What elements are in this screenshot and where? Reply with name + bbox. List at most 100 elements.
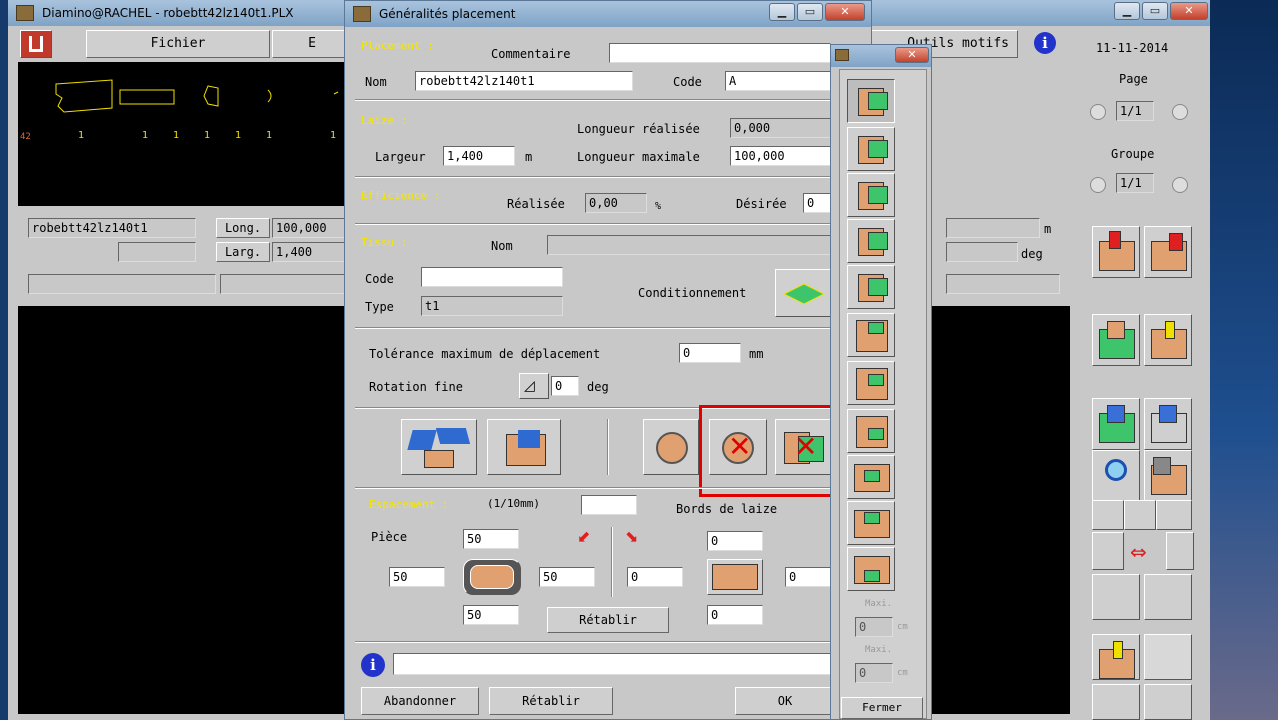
flip-tool[interactable] xyxy=(1144,398,1192,450)
bord-right-input[interactable]: 0 xyxy=(785,567,831,587)
tolerance-input[interactable]: 0 xyxy=(679,343,741,363)
dialog-maximize-button[interactable]: ▭ xyxy=(797,3,823,21)
tool-center[interactable] xyxy=(847,455,895,499)
app-logo-button[interactable] xyxy=(20,30,52,58)
largeur-input[interactable]: 1,400 xyxy=(443,146,515,166)
tool-up-down[interactable] xyxy=(847,313,895,357)
retablir-spacing-button[interactable]: Rétablir xyxy=(547,607,669,633)
rotation-input[interactable]: 0 xyxy=(551,376,579,396)
gear-tool[interactable] xyxy=(1144,634,1192,680)
main-close-button[interactable]: ✕ xyxy=(1170,2,1208,20)
page-value: 1/1 xyxy=(1116,101,1154,121)
bottom-tool-1[interactable] xyxy=(1092,684,1140,720)
tools-panel-icon xyxy=(835,49,849,61)
align-tool-1[interactable] xyxy=(1092,500,1124,530)
cut-tool-1[interactable] xyxy=(1092,574,1140,620)
dialog-minimize-button[interactable]: ▁ xyxy=(769,3,795,21)
largeur-unit: m xyxy=(525,150,533,164)
conditionnement-button[interactable] xyxy=(775,269,831,317)
move-horizontal-icon[interactable]: ⇔ xyxy=(1130,540,1147,564)
main-minimize-button[interactable]: ▁ xyxy=(1114,2,1140,20)
tolerance-unit: mm xyxy=(749,347,764,361)
tissu-code-input[interactable] xyxy=(421,267,563,287)
piece-color-tool[interactable] xyxy=(1144,450,1192,502)
menu-fichier[interactable]: Fichier xyxy=(86,30,270,58)
separator-7 xyxy=(355,641,831,643)
section-efficience: Efficience : xyxy=(361,189,441,202)
merge-tool[interactable] xyxy=(1144,314,1192,366)
piece-left-input[interactable]: 50 xyxy=(389,567,445,587)
cut-tool-2[interactable] xyxy=(1144,574,1192,620)
export-right-tool[interactable] xyxy=(1144,226,1192,278)
bord-bottom-input[interactable]: 0 xyxy=(707,605,763,625)
page-prev-button[interactable] xyxy=(1090,104,1106,120)
tool-top[interactable] xyxy=(847,501,895,545)
maxi-unit: cm xyxy=(897,622,908,632)
groupe-prev-button[interactable] xyxy=(1090,177,1106,193)
group-tool[interactable] xyxy=(1166,532,1194,570)
tool-flip-horizontal[interactable] xyxy=(847,127,895,171)
tool-no-flip-active[interactable] xyxy=(847,79,895,123)
rotation-angle-button[interactable]: ◿ xyxy=(519,373,549,399)
bottom-tool-2[interactable] xyxy=(1144,684,1192,720)
dialog-close-button[interactable]: ✕ xyxy=(825,3,865,21)
page-next-button[interactable] xyxy=(1172,104,1188,120)
nom-input[interactable]: robebtt42lz140t1 xyxy=(415,71,633,91)
lightning-tool[interactable] xyxy=(1092,634,1140,680)
zoom-tool[interactable] xyxy=(1092,450,1140,502)
commentaire-input[interactable] xyxy=(609,43,831,63)
code-input[interactable]: A xyxy=(725,71,831,91)
tool-down[interactable] xyxy=(847,409,895,453)
maxi2-input[interactable]: 0 xyxy=(855,663,893,683)
pieces-preview[interactable]: 42 1 1 1 1 1 1 1 xyxy=(18,62,348,206)
espacement-input[interactable] xyxy=(581,495,637,515)
piece-right-input[interactable]: 50 xyxy=(539,567,595,587)
tool-flip-up[interactable] xyxy=(847,219,895,263)
maxi-input[interactable]: 0 xyxy=(855,617,893,637)
align-tool-3[interactable] xyxy=(1156,500,1192,530)
slide-tool[interactable] xyxy=(1092,532,1124,570)
tool-flip-vertical[interactable] xyxy=(847,173,895,217)
desiree-input[interactable]: 0 xyxy=(803,193,831,213)
status-field-1 xyxy=(28,274,216,294)
separator-4 xyxy=(355,327,831,329)
groupe-next-button[interactable] xyxy=(1172,177,1188,193)
bord-left-input[interactable]: 0 xyxy=(627,567,683,587)
tools-panel: ✕ Maxi. 0 cm Maxi. 0 cm Fermer xyxy=(830,44,932,720)
rotate-tool[interactable] xyxy=(1092,398,1140,450)
ok-button[interactable]: OK xyxy=(735,687,835,715)
tool-bottom[interactable] xyxy=(847,547,895,591)
desktop-background xyxy=(1210,0,1278,720)
fermer-button[interactable]: Fermer xyxy=(841,697,923,719)
section-placement: Placement : xyxy=(361,39,434,52)
pieces-layout-button[interactable] xyxy=(401,419,477,475)
fabric-layer-icon xyxy=(782,283,826,305)
placement-canvas-right[interactable] xyxy=(932,306,1070,714)
tool-up[interactable] xyxy=(847,361,895,405)
align-tool-2[interactable] xyxy=(1124,500,1156,530)
maxi2-label: Maxi. xyxy=(865,645,893,655)
separator-2 xyxy=(355,176,831,178)
longueur-max-input[interactable]: 100,000 xyxy=(730,146,831,166)
date-label: 11-11-2014 xyxy=(1096,41,1169,55)
tools-titlebar: ✕ xyxy=(831,45,931,67)
commentaire-label: Commentaire xyxy=(491,47,571,61)
info-icon[interactable]: i xyxy=(1034,32,1056,54)
dialog-info-icon[interactable]: i xyxy=(361,653,385,677)
piece-top-input[interactable]: 50 xyxy=(463,529,519,549)
rotation-piece-button[interactable] xyxy=(643,419,699,475)
abandonner-button[interactable]: Abandonner xyxy=(361,687,479,715)
long-label: Long. xyxy=(216,218,270,238)
page-label: Page xyxy=(1119,72,1148,86)
retablir-button[interactable]: Rétablir xyxy=(489,687,613,715)
split-tool[interactable] xyxy=(1092,314,1140,366)
export-up-tool[interactable] xyxy=(1092,226,1140,278)
bord-top-input[interactable]: 0 xyxy=(707,531,763,551)
piece-bottom-input[interactable]: 50 xyxy=(463,605,519,625)
menu-edit[interactable]: E xyxy=(272,30,352,58)
main-maximize-button[interactable]: ▭ xyxy=(1142,2,1168,20)
tool-flip-down[interactable] xyxy=(847,265,895,309)
placement-canvas[interactable] xyxy=(18,306,354,714)
rotate-pieces-button[interactable] xyxy=(487,419,561,475)
tools-close-button[interactable]: ✕ xyxy=(895,47,929,63)
